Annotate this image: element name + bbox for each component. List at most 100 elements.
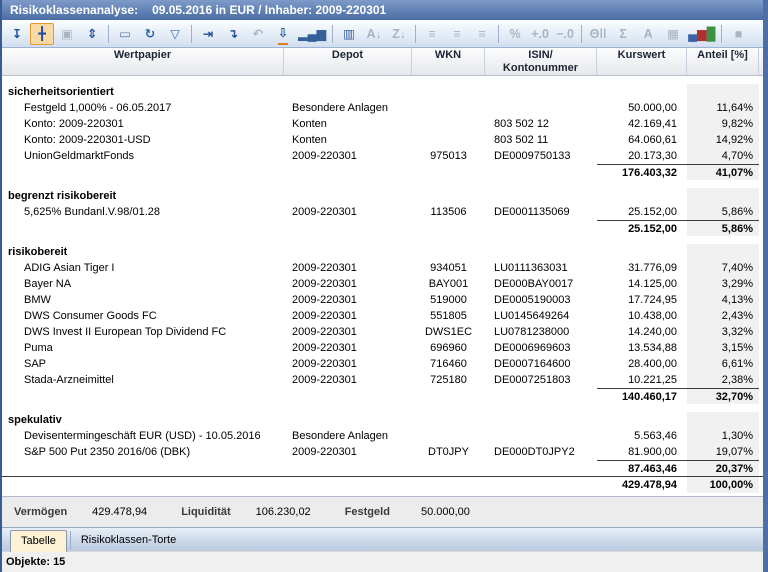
tab-tabelle[interactable]: Tabelle [10,530,67,552]
stop-icon: ■ [726,23,750,45]
column-header-wertpapier[interactable]: Wertpapier [2,48,284,75]
column-select-icon[interactable]: ▥ [337,23,361,45]
tab-risikoklassen-torte[interactable]: Risikoklassen-Torte [70,531,186,549]
table-row[interactable]: DWS Consumer Goods FC2009-220301551805LU… [2,308,763,324]
table-row[interactable]: BMW2009-220301519000DE000519000317.724,9… [2,292,763,308]
subtotal-kurswert-cell: 25.152,00 [597,220,687,236]
jump-down-icon[interactable]: ⇩ [271,23,295,45]
column-header-depot[interactable]: Depot [284,48,412,75]
wkn-cell: 551805 [412,308,485,324]
wkn-cell [412,132,485,148]
depot-cell: 2009-220301 [284,340,412,356]
anteil-cell [687,84,759,100]
anteil-cell: 7,40% [687,260,759,276]
kurswert-cell: 50.000,00 [597,100,687,116]
isin-cell: DE0007251803 [485,372,597,388]
insert-row-icon[interactable]: ↴ [221,23,245,45]
wertpapier-cell: Puma [2,340,284,356]
filler-cell [759,132,763,148]
anteil-cell: 3,15% [687,340,759,356]
group-header-row[interactable]: spekulativ [2,412,763,428]
depot-cell: 2009-220301 [284,308,412,324]
kurswert-cell: 42.169,41 [597,116,687,132]
column-header-wkn[interactable]: WKN [412,48,485,75]
fit-width-icon[interactable]: ▭ [113,23,137,45]
filter-settings-icon[interactable]: ▽ [163,23,187,45]
isin-cell [485,428,597,444]
table-total-row[interactable]: 429.478,94100,00% [2,476,763,493]
wkn-cell: 934051 [412,260,485,276]
group-subtotal-row[interactable]: 87.463,4620,37% [2,460,763,476]
table-row[interactable]: 5,625% Bundanl.V.98/01.282009-2203011135… [2,204,763,220]
group-header-row[interactable]: sicherheitsorientiert [2,84,763,100]
filler-cell [759,308,763,324]
drill-chart-icon: Θǀǀ [586,23,610,45]
summary-bar: Vermögen429.478,94Liquidität106.230,02Fe… [2,496,763,527]
depot-cell: 2009-220301 [284,276,412,292]
table-row[interactable]: DWS Invest II European Top Dividend FC20… [2,324,763,340]
column-header-isin[interactable]: ISIN/ Kontonummer [485,48,597,75]
title-bar: Risikoklassenanalyse: 09.05.2016 in EUR … [2,0,763,20]
filler-cell [759,116,763,132]
isin-cell: DE000BAY0017 [485,276,597,292]
filler-cell [759,324,763,340]
filler-cell [759,356,763,372]
filler-cell [759,84,763,100]
expand-level-icon[interactable]: ↧ [5,23,29,45]
fit-to-window-icon[interactable]: ╋ [30,23,54,45]
kurswert-cell: 10.438,00 [597,308,687,324]
depot-cell: 2009-220301 [284,260,412,276]
table-row[interactable]: Festgeld 1,000% - 06.05.2017Besondere An… [2,100,763,116]
sort-ascending-icon: A↓ [362,23,386,45]
chart-update-icon[interactable]: ▂▄▆ [296,23,328,45]
empty-cell [2,220,597,236]
subtotal-anteil-cell: 32,70% [687,388,759,404]
group-spacer [2,404,763,412]
table-row[interactable]: Konto: 2009-220301-USDKonten803 502 1164… [2,132,763,148]
refresh-icon[interactable]: ↻ [138,23,162,45]
table-row[interactable]: SAP2009-220301716460DE000716460028.400,0… [2,356,763,372]
group-subtotal-row[interactable]: 25.152,005,86% [2,220,763,236]
wkn-cell: 519000 [412,292,485,308]
fit-height-icon[interactable]: ⇕ [80,23,104,45]
wertpapier-cell: Festgeld 1,000% - 06.05.2017 [2,100,284,116]
wkn-cell [412,116,485,132]
total-kurswert-cell: 429.478,94 [597,477,687,493]
column-header-anteil[interactable]: Anteil [%] [687,48,759,75]
group-header-row[interactable]: risikobereit [2,244,763,260]
isin-cell: DE0001135069 [485,204,597,220]
toolbar: ↧╋▣⇕▭↻▽⇥↴↶⇩▂▄▆▥A↓Z↓≡≡≡%+.0−.0ΘǀǀΣA▦▄▆█■ [2,20,763,48]
object-count: Objekte: 15 [6,556,65,568]
table-row[interactable]: Konto: 2009-220301Konten803 502 1242.169… [2,116,763,132]
anteil-cell: 4,13% [687,292,759,308]
table-row[interactable]: Puma2009-220301696960DE000696960313.534,… [2,340,763,356]
depot-cell: Besondere Anlagen [284,428,412,444]
filler-cell [759,412,763,428]
column-header-label: ISIN/ [528,49,552,62]
isin-cell: LU0781238000 [485,324,597,340]
filler-cell [759,100,763,116]
anteil-cell: 19,07% [687,444,759,460]
group-header-row[interactable]: begrenzt risikobereit [2,188,763,204]
chart-icon[interactable]: ▄▆█ [686,23,717,45]
summary-label: Festgeld [345,506,390,518]
anteil-cell: 5,86% [687,204,759,220]
column-header-label: Wertpapier [114,49,171,62]
summary-label: Vermögen [14,506,67,518]
group-spacer [2,236,763,244]
wkn-cell [412,428,485,444]
subtotal-kurswert-cell: 140.460,17 [597,388,687,404]
table-row[interactable]: S&P 500 Put 2350 2016/06 (DBK)2009-22030… [2,444,763,460]
wkn-cell: DWS1EC [412,324,485,340]
table-row[interactable]: Bayer NA2009-220301BAY001DE000BAY001714.… [2,276,763,292]
table-row[interactable]: UnionGeldmarktFonds2009-220301975013DE00… [2,148,763,164]
empty-cell [2,477,597,493]
group-subtotal-row[interactable]: 140.460,1732,70% [2,388,763,404]
column-header-kurswert[interactable]: Kurswert [597,48,687,75]
table-row[interactable]: ADIG Asian Tiger I2009-220301934051LU011… [2,260,763,276]
table-row[interactable]: Stada-Arzneimittel2009-220301725180DE000… [2,372,763,388]
filler-cell [759,428,763,444]
table-row[interactable]: Devisentermingeschäft EUR (USD) - 10.05.… [2,428,763,444]
insert-column-icon[interactable]: ⇥ [196,23,220,45]
group-subtotal-row[interactable]: 176.403,3241,07% [2,164,763,180]
